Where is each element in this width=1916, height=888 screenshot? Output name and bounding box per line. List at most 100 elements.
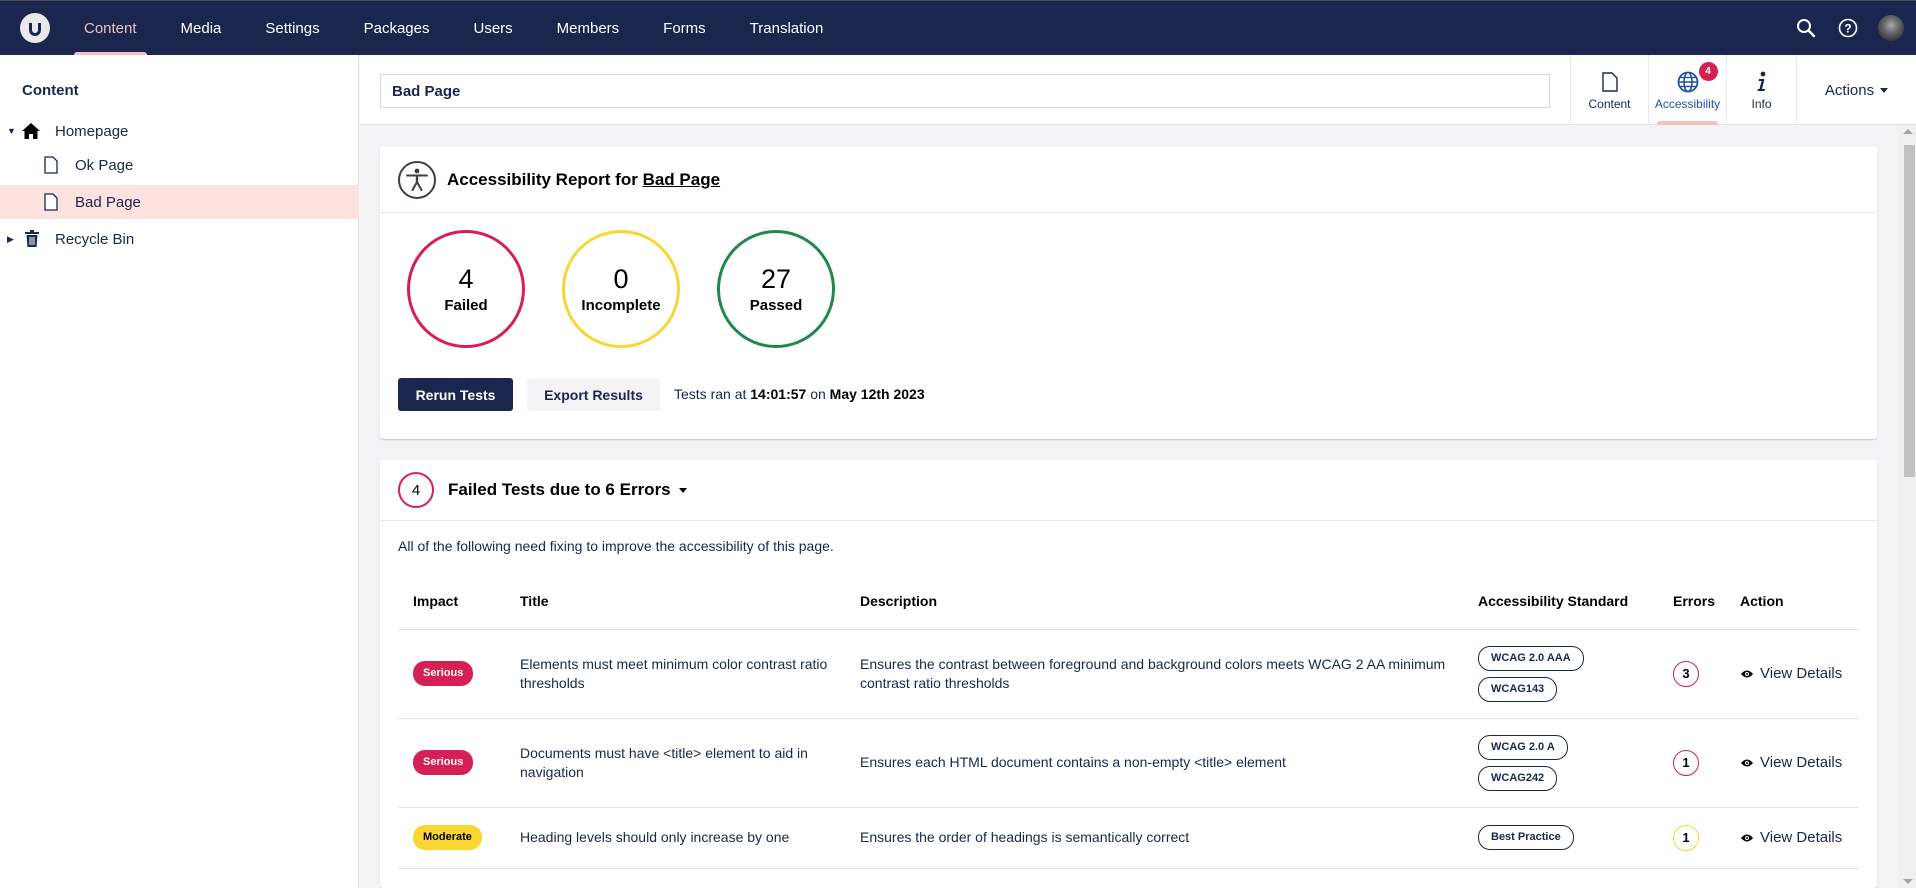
scroll-thumb[interactable]: [1904, 145, 1915, 477]
scroll-up-arrow-icon[interactable]: [1903, 129, 1913, 134]
accessibility-icon: [398, 160, 436, 199]
failed-tests-table: Impact Title Description Accessibility S…: [398, 573, 1859, 869]
app-tab-label: Info: [1751, 97, 1772, 111]
sidebar-title: Content: [22, 82, 79, 99]
stat-label: Passed: [749, 297, 803, 314]
section-nav: Content Media Settings Packages Users Me…: [62, 1, 845, 56]
ran-date: May 12th 2023: [829, 386, 925, 402]
tree-label: Bad Page: [75, 193, 141, 211]
chevron-down-icon: [1880, 87, 1889, 93]
nav-translation[interactable]: Translation: [728, 1, 846, 56]
tree-label: Ok Page: [75, 156, 134, 174]
failed-tests-toggle[interactable]: Failed Tests due to 6 Errors: [448, 480, 687, 500]
report-title-prefix: Accessibility Report for: [447, 169, 638, 189]
stat-value: 0: [613, 264, 629, 294]
app-tab-accessibility[interactable]: 4 Accessibility: [1648, 55, 1726, 125]
umbraco-logo[interactable]: [20, 13, 50, 43]
table-row: Serious Elements must meet minimum color…: [398, 629, 1859, 719]
app-tab-label: Content: [1588, 97, 1631, 111]
page-name-input[interactable]: [380, 74, 1550, 108]
scroll-down-arrow-icon[interactable]: [1903, 879, 1913, 884]
caret-down-icon[interactable]: ▼: [7, 126, 17, 136]
document-icon: [41, 192, 61, 212]
tree-item-homepage[interactable]: ▼ Homepage: [0, 114, 359, 148]
report-title: Accessibility Report for Bad Page: [447, 170, 720, 190]
test-title: Elements must meet minimum color contras…: [505, 629, 845, 719]
content-tree-sidebar: Content ▼ Homepage Ok Page Bad Page ▶ Re…: [0, 55, 359, 888]
failed-tests-title: Failed Tests due to 6 Errors: [448, 480, 671, 499]
tests-ran-timestamp: Tests ran at 14:01:57 on May 12th 2023: [674, 386, 925, 402]
ran-on: on: [810, 386, 826, 402]
nav-packages[interactable]: Packages: [342, 1, 452, 56]
app-tab-content[interactable]: Content: [1570, 55, 1648, 125]
ran-time: 14:01:57: [750, 386, 807, 402]
tree-item-ok-page[interactable]: Ok Page: [0, 148, 359, 182]
info-icon: [1755, 69, 1769, 95]
nav-forms[interactable]: Forms: [641, 1, 728, 56]
view-details-link[interactable]: View Details: [1740, 828, 1859, 847]
report-page-link[interactable]: Bad Page: [643, 170, 720, 189]
column-header-title: Title: [505, 573, 845, 630]
app-tab-label: Accessibility: [1654, 97, 1721, 111]
stat-value: 27: [760, 264, 792, 294]
app-tab-info[interactable]: Info: [1726, 55, 1796, 125]
ran-prefix: Tests ran at: [674, 386, 747, 402]
svg-text:?: ?: [1844, 22, 1851, 36]
standard-tag: Best Practice: [1478, 825, 1574, 850]
tree-item-recycle-bin[interactable]: ▶ Recycle Bin: [0, 222, 359, 256]
stat-passed: 27 Passed: [717, 230, 835, 348]
notification-badge: 4: [1698, 62, 1718, 81]
error-count-badge: 1: [1673, 749, 1699, 776]
impact-badge: Moderate: [413, 825, 482, 850]
document-icon: [41, 155, 61, 175]
test-description: Ensures the order of headings is semanti…: [845, 807, 1463, 869]
nav-users[interactable]: Users: [451, 1, 534, 56]
nav-media[interactable]: Media: [159, 1, 244, 56]
main-scrollbar[interactable]: [1899, 125, 1916, 888]
failed-intro-text: All of the following need fixing to impr…: [398, 538, 834, 554]
search-icon[interactable]: [1794, 16, 1818, 40]
standard-tag: WCAG 2.0 A: [1478, 734, 1568, 760]
chevron-down-icon: [678, 487, 687, 493]
standard-tag: WCAG242: [1478, 765, 1558, 791]
nav-members[interactable]: Members: [535, 1, 642, 56]
tree-label: Homepage: [55, 122, 129, 140]
column-header-description: Description: [845, 573, 1463, 630]
view-details-link[interactable]: View Details: [1740, 664, 1859, 683]
actions-dropdown-button[interactable]: Actions: [1796, 55, 1916, 125]
caret-right-icon[interactable]: ▶: [7, 234, 17, 245]
tree-item-bad-page[interactable]: Bad Page: [0, 185, 359, 219]
nav-content[interactable]: Content: [62, 1, 159, 56]
error-count-badge: 3: [1673, 660, 1699, 687]
table-row: Moderate Heading levels should only incr…: [398, 807, 1859, 869]
export-results-button[interactable]: Export Results: [527, 378, 660, 411]
editor-header: Content 4 Accessibility Info Actions: [360, 55, 1916, 125]
table-row: Serious Documents must have <title> elem…: [398, 718, 1859, 808]
column-header-standard: Accessibility Standard: [1463, 573, 1658, 630]
globe-icon: 4: [1677, 62, 1718, 95]
help-icon[interactable]: ?: [1836, 16, 1860, 40]
impact-badge: Serious: [413, 750, 474, 775]
eye-icon: [1741, 670, 1753, 677]
view-details-label: View Details: [1760, 754, 1843, 771]
rerun-tests-button[interactable]: Rerun Tests: [398, 378, 513, 411]
standard-tag: WCAG 2.0 AAA: [1478, 645, 1584, 671]
stat-failed: 4 Failed: [407, 230, 525, 348]
column-header-impact: Impact: [398, 573, 505, 630]
test-title: Heading levels should only increase by o…: [505, 807, 845, 869]
view-details-link[interactable]: View Details: [1740, 753, 1859, 772]
accessibility-report-card: Accessibility Report for Bad Page 4 Fail…: [380, 147, 1877, 439]
user-avatar[interactable]: [1878, 15, 1904, 41]
nav-settings[interactable]: Settings: [243, 1, 341, 56]
impact-badge: Serious: [413, 661, 474, 686]
view-details-label: View Details: [1760, 665, 1843, 682]
actions-label: Actions: [1824, 81, 1875, 99]
test-description: Ensures the contrast between foreground …: [845, 629, 1463, 719]
error-count-badge: 1: [1673, 824, 1699, 851]
top-navigation-bar: Content Media Settings Packages Users Me…: [0, 0, 1916, 56]
eye-icon: [1741, 759, 1753, 766]
document-icon: [1601, 69, 1618, 95]
eye-icon: [1741, 834, 1753, 841]
stat-label: Failed: [444, 297, 488, 314]
failed-tests-header: 4 Failed Tests due to 6 Errors: [380, 460, 1877, 521]
